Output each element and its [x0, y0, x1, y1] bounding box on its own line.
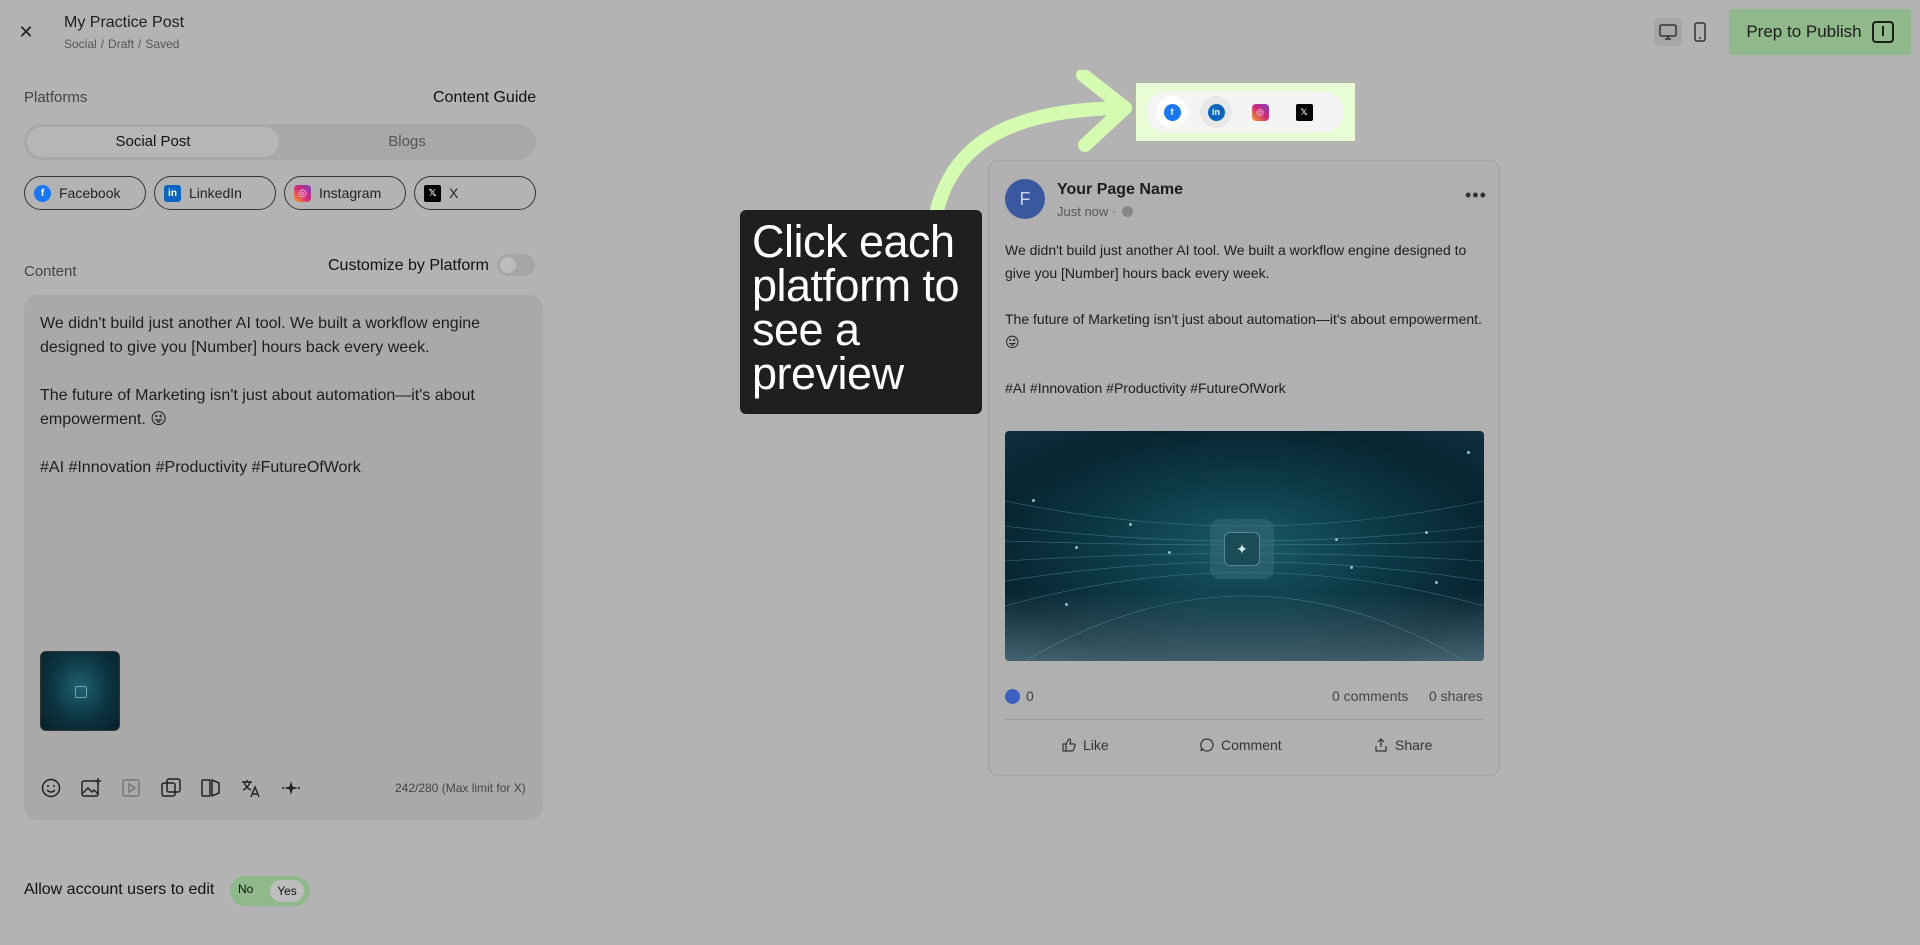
onboarding-tooltip: Click each platform to see a preview [740, 210, 982, 414]
tab-blogs[interactable]: Blogs [281, 127, 533, 157]
header: ✕ My Practice Post Social / Draft / Saved Pr… [0, 0, 1920, 63]
image-dot [1075, 546, 1078, 549]
prep-to-publish-label: Prep to Publish [1746, 22, 1862, 41]
page-title: My Practice Post [64, 14, 185, 31]
preview-facebook-button[interactable]: f [1156, 96, 1188, 128]
avatar: F [1005, 179, 1045, 219]
breadcrumb-separator: / [100, 37, 105, 51]
linkedin-icon: in [164, 184, 181, 202]
platform-switch-track: f in ◎ 𝕏 [1146, 91, 1344, 133]
emoji-icon[interactable] [38, 775, 64, 801]
linkedin-icon: in [1207, 103, 1225, 121]
add-image-icon[interactable] [78, 775, 104, 801]
platform-chip-x[interactable]: 𝕏 X [414, 176, 536, 210]
reaction-count: 0 [1026, 688, 1034, 704]
attached-image-thumbnail[interactable] [40, 651, 120, 731]
prep-to-publish-button[interactable]: Prep to Publish [1729, 9, 1911, 55]
instagram-icon: ◎ [1251, 103, 1269, 121]
x-icon: 𝕏 [1295, 103, 1313, 121]
desktop-view-button[interactable] [1654, 18, 1682, 46]
platform-chip-facebook[interactable]: f Facebook [24, 176, 146, 210]
preview-linkedin-button[interactable]: in [1200, 96, 1232, 128]
reactions: 0 [1005, 688, 1034, 704]
translate-icon[interactable] [238, 775, 264, 801]
platform-chip-instagram[interactable]: ◎ Instagram [284, 176, 406, 210]
preview-instagram-button[interactable]: ◎ [1244, 96, 1276, 128]
platform-chip-label: X [449, 185, 459, 201]
divider [1005, 719, 1484, 720]
image-dot [1032, 499, 1035, 502]
image-dot [1425, 531, 1428, 534]
breadcrumb-social[interactable]: Social [64, 37, 97, 51]
character-count: 242/280 (Max limit for X) [395, 781, 526, 795]
video-icon [118, 775, 144, 801]
post-image: ✦ [1005, 431, 1484, 661]
gallery-icon[interactable] [158, 775, 184, 801]
share-button[interactable]: Share [1373, 737, 1432, 753]
page-name: Your Page Name [1057, 181, 1183, 198]
ai-sparkle-icon[interactable] [278, 775, 304, 801]
image-dot [1065, 603, 1068, 606]
platform-chip-label: Facebook [59, 185, 121, 201]
share-icon [1375, 738, 1387, 752]
allow-edit-toggle[interactable]: No Yes [230, 876, 310, 906]
x-icon: 𝕏 [424, 184, 441, 202]
globe-icon [1121, 206, 1133, 217]
image-dot [1168, 551, 1171, 554]
image-dot [1335, 538, 1338, 541]
image-dot [1350, 566, 1353, 569]
content-guide-link[interactable]: Content Guide [433, 89, 536, 107]
desktop-icon [1659, 24, 1677, 40]
preview-x-button[interactable]: 𝕏 [1288, 96, 1320, 128]
like-button[interactable]: Like [1061, 737, 1109, 753]
platform-chip-label: LinkedIn [189, 185, 242, 201]
allow-edit-yes[interactable]: Yes [270, 880, 304, 902]
breadcrumb-separator: / [138, 37, 142, 51]
mobile-view-button[interactable] [1686, 18, 1714, 46]
post-text: We didn't build just another AI tool. We… [1005, 242, 1482, 396]
allow-edit-label: Allow account users to edit [24, 881, 215, 898]
facebook-icon: f [1163, 103, 1181, 121]
media-library-icon[interactable] [198, 775, 224, 801]
post-time-text: Just now · [1057, 204, 1117, 219]
comment-icon [1200, 738, 1214, 752]
like-label: Like [1083, 737, 1109, 753]
thumbnail-chip [75, 686, 87, 698]
image-sparkle-icon: ✦ [1224, 532, 1260, 566]
allow-edit-no[interactable]: No [238, 882, 253, 896]
publish-icon [1871, 21, 1894, 43]
facebook-icon: f [34, 184, 51, 202]
more-options-icon[interactable]: ••• [1465, 185, 1487, 206]
mobile-icon [1694, 22, 1706, 42]
comments-count: 0 comments [1332, 688, 1409, 704]
close-icon[interactable]: ✕ [14, 20, 38, 44]
image-dot [1467, 451, 1470, 454]
platform-chip-linkedin[interactable]: in LinkedIn [154, 176, 276, 210]
like-reaction-icon [1005, 688, 1020, 704]
image-chip-glow: ✦ [1210, 519, 1274, 579]
comment-label: Comment [1221, 737, 1282, 753]
thumbs-up-icon [1062, 738, 1076, 752]
customize-by-platform-toggle[interactable] [497, 254, 535, 276]
breadcrumb-draft[interactable]: Draft [108, 37, 134, 51]
image-dot [1435, 581, 1438, 584]
customize-by-platform-label: Customize by Platform [328, 257, 489, 274]
platforms-label: Platforms [24, 89, 88, 106]
comment-button[interactable]: Comment [1199, 737, 1282, 753]
post-preview-card: F Your Page Name Just now · ••• We didn'… [988, 160, 1500, 776]
content-label: Content [24, 263, 77, 280]
platform-preview-switcher: f in ◎ 𝕏 [1136, 83, 1355, 141]
breadcrumb-saved: Saved [145, 37, 180, 51]
instagram-icon: ◎ [294, 184, 311, 202]
content-textarea[interactable]: We didn't build just another AI tool. We… [40, 312, 520, 480]
share-label: Share [1395, 737, 1433, 753]
breadcrumb: Social / Draft / Saved [64, 37, 183, 51]
image-dot [1129, 523, 1132, 526]
platform-chip-label: Instagram [319, 185, 382, 201]
post-time: Just now · [1057, 204, 1133, 219]
tab-social-post[interactable]: Social Post [27, 127, 279, 157]
post-type-tabs: Social Post Blogs [24, 124, 536, 160]
content-editor[interactable]: We didn't build just another AI tool. We… [24, 295, 543, 820]
shares-count: 0 shares [1429, 688, 1483, 704]
